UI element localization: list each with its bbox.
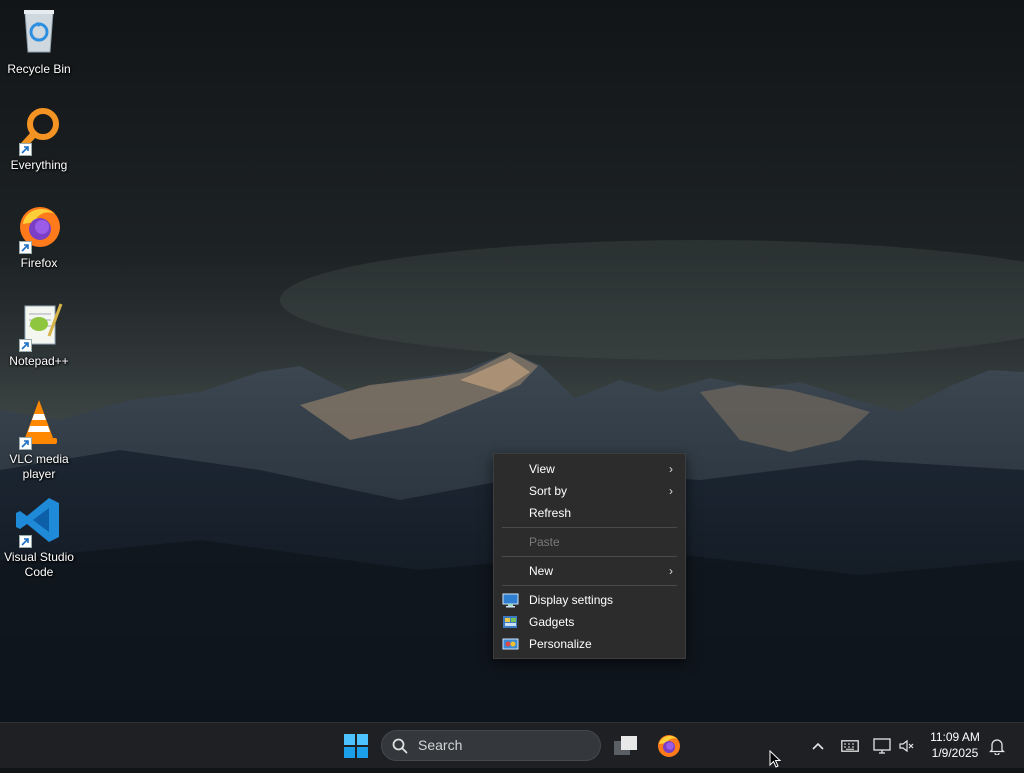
menu-item-label: Refresh	[529, 506, 572, 520]
keyboard-icon	[841, 740, 859, 752]
menu-item-label: Paste	[529, 535, 560, 549]
taskbar-search-box[interactable]: Search	[381, 730, 601, 761]
menu-separator	[502, 556, 677, 557]
desktop-icon-label: Everything	[10, 158, 68, 172]
desktop-context-menu: View › Sort by › Refresh Paste New › Dis…	[493, 453, 686, 659]
keyboard-layout-button[interactable]	[838, 723, 862, 769]
menu-item-sort-by[interactable]: Sort by ›	[494, 480, 685, 502]
menu-item-refresh[interactable]: Refresh	[494, 502, 685, 524]
desktop-icon-notepad-plus-plus[interactable]: Notepad++	[2, 300, 76, 369]
submenu-arrow-icon: ›	[669, 484, 673, 498]
notepad-plus-plus-icon	[13, 300, 65, 352]
submenu-arrow-icon: ›	[669, 462, 673, 476]
desktop-icon-label: Recycle Bin	[7, 62, 71, 76]
menu-item-label: Personalize	[529, 637, 592, 651]
desktop-icon-everything[interactable]: Everything	[2, 104, 76, 173]
shortcut-arrow-icon	[19, 339, 32, 352]
desktop-icon-firefox[interactable]: Firefox	[2, 202, 76, 271]
desktop-icon-vscode[interactable]: Visual Studio Code	[2, 496, 76, 580]
desktop-icon-label: Notepad++	[9, 354, 69, 368]
personalize-icon	[502, 636, 519, 652]
everything-search-icon	[13, 104, 65, 156]
desktop-icon-vlc[interactable]: VLC media player	[2, 398, 76, 482]
notifications-button[interactable]	[985, 723, 1009, 769]
shortcut-arrow-icon	[19, 437, 32, 450]
notification-bell-icon	[989, 737, 1005, 755]
firefox-icon	[656, 733, 682, 759]
shortcut-arrow-icon	[19, 535, 32, 548]
recycle-bin-icon	[13, 8, 65, 60]
vlc-icon	[13, 398, 65, 450]
search-icon	[392, 738, 408, 759]
shortcut-arrow-icon	[19, 143, 32, 156]
menu-separator	[502, 585, 677, 586]
menu-item-personalize[interactable]: Personalize	[494, 633, 685, 655]
search-placeholder: Search	[418, 737, 463, 753]
menu-item-label: View	[529, 462, 555, 476]
volume-button[interactable]	[895, 723, 919, 769]
menu-item-new[interactable]: New ›	[494, 560, 685, 582]
menu-item-gadgets[interactable]: Gadgets	[494, 611, 685, 633]
volume-muted-icon	[898, 738, 916, 754]
task-view-icon	[613, 735, 639, 757]
menu-item-display-settings[interactable]: Display settings	[494, 589, 685, 611]
start-button[interactable]	[336, 723, 376, 769]
firefox-icon	[13, 202, 65, 254]
network-button[interactable]	[870, 723, 894, 769]
menu-item-view[interactable]: View ›	[494, 458, 685, 480]
menu-item-label: Gadgets	[529, 615, 575, 629]
menu-item-label: Sort by	[529, 484, 568, 498]
menu-item-label: Display settings	[529, 593, 614, 607]
taskbar-clock[interactable]: 11:09 AM 1/9/2025	[922, 729, 988, 761]
clock-date: 1/9/2025	[931, 746, 979, 760]
show-hidden-icons-button[interactable]	[806, 723, 830, 769]
gadgets-icon	[502, 614, 519, 630]
display-icon	[502, 592, 519, 608]
menu-item-label: New	[529, 564, 554, 578]
vscode-icon	[13, 496, 65, 548]
menu-item-paste: Paste	[494, 531, 685, 553]
desktop-icon-recycle-bin[interactable]: Recycle Bin	[2, 8, 76, 77]
desktop-icon-label: Visual Studio Code	[4, 550, 74, 579]
desktop-icon-label: Firefox	[20, 256, 58, 270]
taskbar-firefox-button[interactable]	[650, 723, 688, 769]
network-icon	[873, 738, 891, 754]
chevron-up-icon	[811, 741, 825, 751]
taskbar: Search 11:09 AM 1/9/2025	[0, 722, 1024, 768]
desktop-icon-label: VLC media player	[9, 452, 69, 481]
task-view-button[interactable]	[607, 723, 645, 769]
start-icon	[344, 734, 368, 758]
menu-separator	[502, 527, 677, 528]
shortcut-arrow-icon	[19, 241, 32, 254]
clock-time: 11:09 AM	[930, 730, 980, 744]
mouse-cursor-icon	[769, 749, 783, 773]
submenu-arrow-icon: ›	[669, 564, 673, 578]
